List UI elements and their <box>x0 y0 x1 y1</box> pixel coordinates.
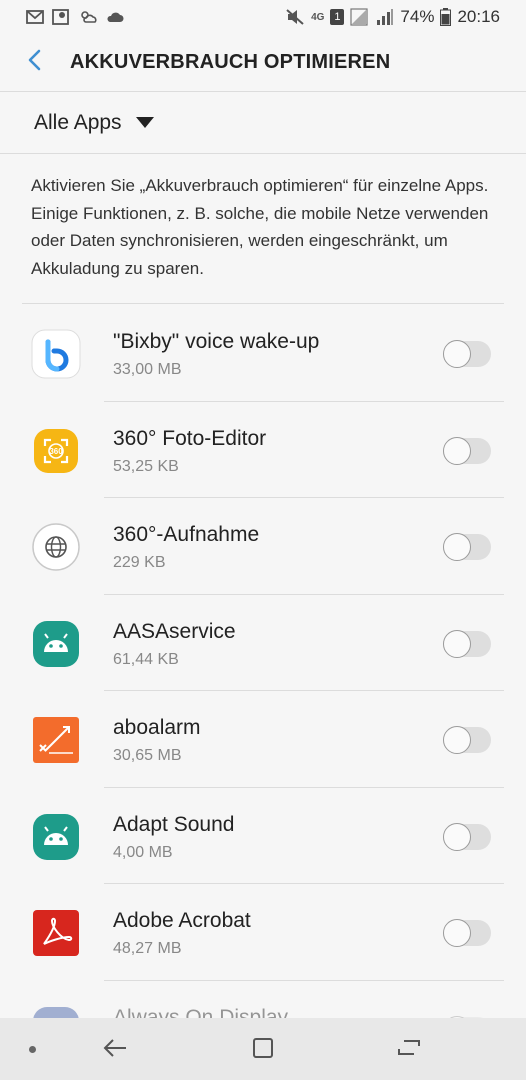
optimize-toggle[interactable] <box>443 726 491 754</box>
navigation-bar <box>0 1018 526 1080</box>
network-4g-icon: 4G <box>311 11 325 23</box>
icon-label: 360 <box>49 447 63 456</box>
home-square-icon <box>252 1037 274 1064</box>
app-size: 30,65 MB <box>113 747 182 764</box>
back-arrow-icon <box>102 1037 128 1064</box>
caret-down-icon <box>135 117 154 128</box>
signal-icon <box>350 8 370 26</box>
optimize-toggle[interactable] <box>443 629 491 658</box>
recents-nav-button[interactable] <box>391 1032 427 1068</box>
list-item[interactable]: AASAservice 61,44 KB <box>0 595 526 691</box>
list-item[interactable]: Adapt Sound 4,00 MB <box>0 788 526 884</box>
app-name: aboalarm <box>113 716 201 739</box>
signal-bars-icon <box>376 8 394 26</box>
list-item[interactable]: "Bixby" voice wake-up 33,00 MB <box>0 305 526 402</box>
app-size: 53,25 KB <box>113 457 179 475</box>
bixby-icon <box>31 329 81 379</box>
divider <box>22 303 504 304</box>
description-text: Aktivieren Sie „Akkuverbrauch optimieren… <box>31 176 489 278</box>
optimize-toggle[interactable] <box>443 533 491 561</box>
app-size: 229 KB <box>113 554 166 571</box>
home-nav-button[interactable] <box>245 1032 281 1068</box>
battery-percent: 74% <box>400 7 435 26</box>
app-size: 48,27 MB <box>113 940 182 957</box>
photo-editor-360-icon: 360 <box>31 426 81 476</box>
recents-icon <box>396 1037 422 1064</box>
list-item[interactable]: aboalarm 30,65 MB <box>0 691 526 788</box>
list-item[interactable]: 360 360° Foto-Editor 53,25 KB <box>0 402 526 498</box>
sim-1-icon: 1 <box>330 9 345 25</box>
mail-icon <box>26 10 44 24</box>
android-icon <box>31 619 81 669</box>
back-nav-button[interactable] <box>97 1032 133 1068</box>
app-list: "Bixby" voice wake-up 33,00 MB 360 360° … <box>0 305 526 1077</box>
chevron-left-icon <box>27 49 43 76</box>
app-name: Adapt Sound <box>113 812 235 836</box>
globe-360-icon <box>31 522 81 572</box>
filter-label: Alle Apps <box>34 110 122 134</box>
list-item[interactable]: 360°-Aufnahme 229 KB <box>0 498 526 595</box>
status-left <box>26 8 124 26</box>
app-name: Adobe Acrobat <box>113 909 251 932</box>
back-button[interactable] <box>0 34 70 92</box>
app-name: "Bixby" voice wake-up <box>113 330 320 353</box>
nav-dot-icon[interactable] <box>29 1046 36 1053</box>
status-bar: 4G 1 74% 20:16 <box>0 0 526 34</box>
optimize-toggle[interactable] <box>443 919 491 947</box>
app-bar: AKKUVERBRAUCH OPTIMIEREN <box>0 34 526 92</box>
list-item[interactable]: Adobe Acrobat 48,27 MB <box>0 884 526 981</box>
app-filter-dropdown[interactable]: Alle Apps <box>0 92 526 154</box>
status-right: 4G 1 74% 20:16 <box>285 7 500 27</box>
optimize-toggle[interactable] <box>443 340 491 368</box>
map-pin-icon <box>52 8 70 26</box>
mute-icon <box>285 8 305 26</box>
page-title: AKKUVERBRAUCH OPTIMIEREN <box>70 51 391 73</box>
acrobat-icon <box>31 908 81 958</box>
app-name: 360° Foto-Editor <box>113 426 267 450</box>
aboalarm-icon <box>31 715 81 765</box>
cloud-icon <box>106 11 124 23</box>
weather-icon <box>78 9 98 25</box>
optimize-toggle[interactable] <box>443 436 491 465</box>
app-size: 4,00 MB <box>113 843 173 861</box>
battery-icon <box>440 8 452 26</box>
app-size: 61,44 KB <box>113 650 179 668</box>
app-size: 33,00 MB <box>113 361 182 378</box>
android-icon <box>31 812 81 862</box>
app-name: AASAservice <box>113 619 236 643</box>
clock: 20:16 <box>457 7 500 26</box>
optimize-toggle[interactable] <box>443 822 491 851</box>
app-name: 360°-Aufnahme <box>113 523 260 546</box>
